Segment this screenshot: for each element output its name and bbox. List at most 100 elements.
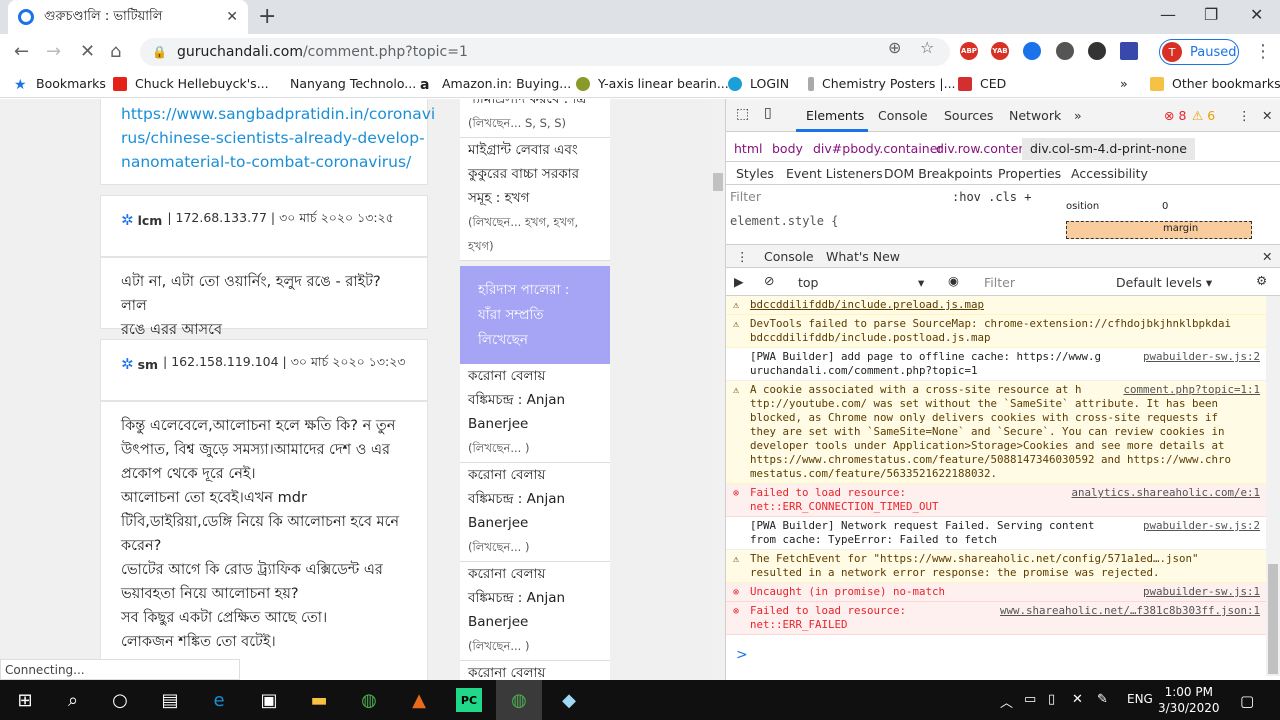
puzzle-extension-icon[interactable]: [1088, 42, 1106, 60]
minimize-icon[interactable]: —: [1160, 5, 1176, 24]
search-icon[interactable]: ⌕: [60, 688, 86, 712]
adblock-extension-icon[interactable]: ABP: [960, 42, 978, 60]
console-scrollbar-thumb[interactable]: [1268, 564, 1278, 674]
notes-app-icon[interactable]: ◆: [556, 688, 582, 712]
tab-console[interactable]: Console: [878, 108, 928, 123]
tab-sources[interactable]: Sources: [944, 108, 993, 123]
chrome-active-icon[interactable]: ◍: [496, 680, 542, 720]
cortana-icon[interactable]: ○: [107, 688, 133, 712]
other-bookmarks[interactable]: Other bookmarks: [1150, 76, 1280, 91]
clear-console-icon[interactable]: ⊘: [764, 273, 774, 288]
sidebar-item[interactable]: করোনা বেলায় বঙ্কিমচন্দ্র : Anjan Banerje…: [460, 364, 610, 463]
console-message[interactable]: ⊗ Failed to load resource: net::ERR_CONNE…: [726, 484, 1266, 517]
stop-loading-icon[interactable]: ✕: [80, 41, 95, 62]
sidebar-item[interactable]: করোনা বেলায় বঙ্কিমচন্দ্র : Anjan Banerje…: [460, 463, 610, 562]
drawer-close-icon[interactable]: ✕: [1262, 249, 1272, 264]
crumb-html[interactable]: html: [734, 141, 762, 156]
context-select[interactable]: top: [798, 275, 818, 290]
console-message[interactable]: ⚠ A cookie associated with a cross-site r…: [726, 381, 1266, 484]
bookmark-login[interactable]: LOGIN: [728, 76, 789, 91]
console-filter-input[interactable]: Filter: [984, 275, 1015, 290]
browser-tab[interactable]: গুরুচণ্ডালি : ভাটিয়ালি ✕: [8, 0, 248, 34]
crumb-row[interactable]: div.row.content: [936, 141, 1031, 156]
yab-extension-icon[interactable]: YAB: [991, 42, 1009, 60]
notifications-icon[interactable]: ▢: [1240, 692, 1254, 710]
page-scrollbar[interactable]: [711, 99, 725, 680]
hov-cls-toggles[interactable]: :hov .cls +: [952, 190, 1031, 204]
clock[interactable]: 1:00 PM 3/30/2020: [1158, 684, 1220, 716]
crumb-pbody[interactable]: div#pbody.container: [813, 141, 943, 156]
log-levels-dropdown[interactable]: Default levels ▾: [1116, 275, 1212, 290]
inspect-icon[interactable]: ⬚: [736, 106, 749, 122]
bookmark-amazon[interactable]: a Amazon.in: Buying...: [420, 76, 571, 93]
message-source-link[interactable]: www.shareaholic.net/…f381c8b303ff.json:1: [999, 604, 1260, 618]
console-message[interactable]: ⊗ Uncaught (in promise) no-match pwabuilde…: [726, 583, 1266, 602]
forward-icon[interactable]: →: [46, 41, 61, 62]
comment-user[interactable]: lcm: [138, 213, 163, 228]
restore-icon[interactable]: ❐: [1204, 5, 1218, 24]
drawer-menu-icon[interactable]: ⋮: [736, 249, 749, 264]
back-icon[interactable]: ←: [14, 41, 29, 62]
new-tab-button[interactable]: +: [258, 4, 276, 29]
tray-chevron-icon[interactable]: ︿: [1000, 692, 1013, 711]
checkbox-extension-icon[interactable]: [1120, 42, 1138, 60]
drawer-tab-console[interactable]: Console: [764, 249, 814, 264]
menu-kebab-icon[interactable]: ⋮: [1254, 41, 1272, 62]
console-message[interactable]: ⚠ The FetchEvent for "https://www.shareah…: [726, 550, 1266, 583]
sidebar-item[interactable]: শ্যামাপ্রসাদ করবে : ত্রি (লিখছেন... S, S…: [460, 99, 610, 138]
message-source-link[interactable]: pwabuilder-sw.js:2: [1143, 519, 1260, 533]
device-toolbar-icon[interactable]: ▯: [764, 105, 772, 121]
circle-extension-icon[interactable]: [1056, 42, 1074, 60]
address-bar[interactable]: 🔒 guruchandali.com/comment.php?topic=1: [140, 38, 950, 66]
bookmarks-overflow[interactable]: »: [1120, 76, 1128, 91]
bookmark-chemistry[interactable]: Chemistry Posters |...: [808, 76, 956, 91]
windows-start-icon[interactable]: ⊞: [12, 688, 38, 712]
file-explorer-icon[interactable]: ▬: [306, 688, 332, 712]
scrollbar-thumb[interactable]: [713, 173, 723, 191]
devtools-close-icon[interactable]: ✕: [1262, 108, 1272, 123]
console-scrollbar[interactable]: [1266, 296, 1280, 676]
bookmark-star-icon[interactable]: ☆: [920, 38, 934, 57]
bookmark-ced[interactable]: CED: [958, 76, 1006, 91]
console-message[interactable]: ⚠ bdccddilifddb/include.preload.js.map: [726, 296, 1266, 315]
store-icon[interactable]: ▣: [256, 688, 282, 712]
console-message[interactable]: ⚠ DevTools failed to parse SourceMap: chr…: [726, 315, 1266, 348]
error-count[interactable]: ⊗ 8: [1164, 108, 1186, 123]
bookmark-nanyang[interactable]: Nanyang Technolo...: [290, 76, 416, 91]
edge-icon[interactable]: e: [206, 688, 232, 712]
margin-box[interactable]: margin: [1066, 221, 1252, 239]
task-view-icon[interactable]: ▤: [157, 688, 183, 712]
matlab-icon[interactable]: ▲: [406, 688, 432, 712]
battery-icon[interactable]: ▯: [1048, 692, 1055, 707]
more-tabs-icon[interactable]: »: [1074, 108, 1082, 123]
sidebar-item[interactable]: মাইগ্রান্ট লেবার এবং কুকুরের বাচ্চা সরকা…: [460, 138, 610, 261]
message-source-link[interactable]: comment.php?topic=1:1: [1123, 383, 1260, 397]
message-source-link[interactable]: analytics.shareaholic.com/e:1: [1071, 486, 1260, 500]
crumb-body[interactable]: body: [772, 141, 803, 156]
tab-dom-breakpoints[interactable]: DOM Breakpoints: [884, 166, 993, 181]
settings-gear-icon[interactable]: ⚙: [1256, 273, 1267, 288]
article-link[interactable]: https://www.sangbadpratidin.in/coronavi r…: [121, 102, 435, 174]
close-window-icon[interactable]: ✕: [1250, 5, 1263, 24]
tab-elements[interactable]: Elements: [806, 108, 864, 123]
bookmark-bookmarks[interactable]: ★ Bookmarks: [14, 76, 106, 93]
bookmark-y-axis[interactable]: Y-axis linear bearin...: [576, 76, 729, 91]
devtools-menu-icon[interactable]: ⋮: [1238, 108, 1251, 123]
drawer-tab-whats-new[interactable]: What's New: [826, 249, 900, 264]
eye-icon[interactable]: ◉: [948, 273, 959, 288]
tab-accessibility[interactable]: Accessibility: [1071, 166, 1148, 181]
pen-icon[interactable]: ✎: [1097, 692, 1108, 707]
tab-close-icon[interactable]: ✕: [226, 9, 238, 25]
message-source-link[interactable]: pwabuilder-sw.js:1: [1142, 585, 1260, 599]
diamond-extension-icon[interactable]: [1023, 42, 1041, 60]
console-message[interactable]: ⊗ Failed to load resource: net::ERR_FAILE…: [726, 602, 1266, 635]
tab-event-listeners[interactable]: Event Listeners: [786, 166, 883, 181]
sidebar-item[interactable]: করোনা বেলায়: [460, 661, 610, 680]
console-prompt[interactable]: >: [736, 647, 748, 663]
warning-count[interactable]: ⚠ 6: [1192, 108, 1215, 123]
network-icon[interactable]: ▭: [1024, 692, 1036, 707]
sidebar-item[interactable]: করোনা বেলায় বঙ্কিমচন্দ্র : Anjan Banerje…: [460, 562, 610, 661]
tab-styles[interactable]: Styles: [736, 166, 774, 181]
tab-properties[interactable]: Properties: [998, 166, 1061, 181]
chrome-icon[interactable]: ◍: [356, 688, 382, 712]
